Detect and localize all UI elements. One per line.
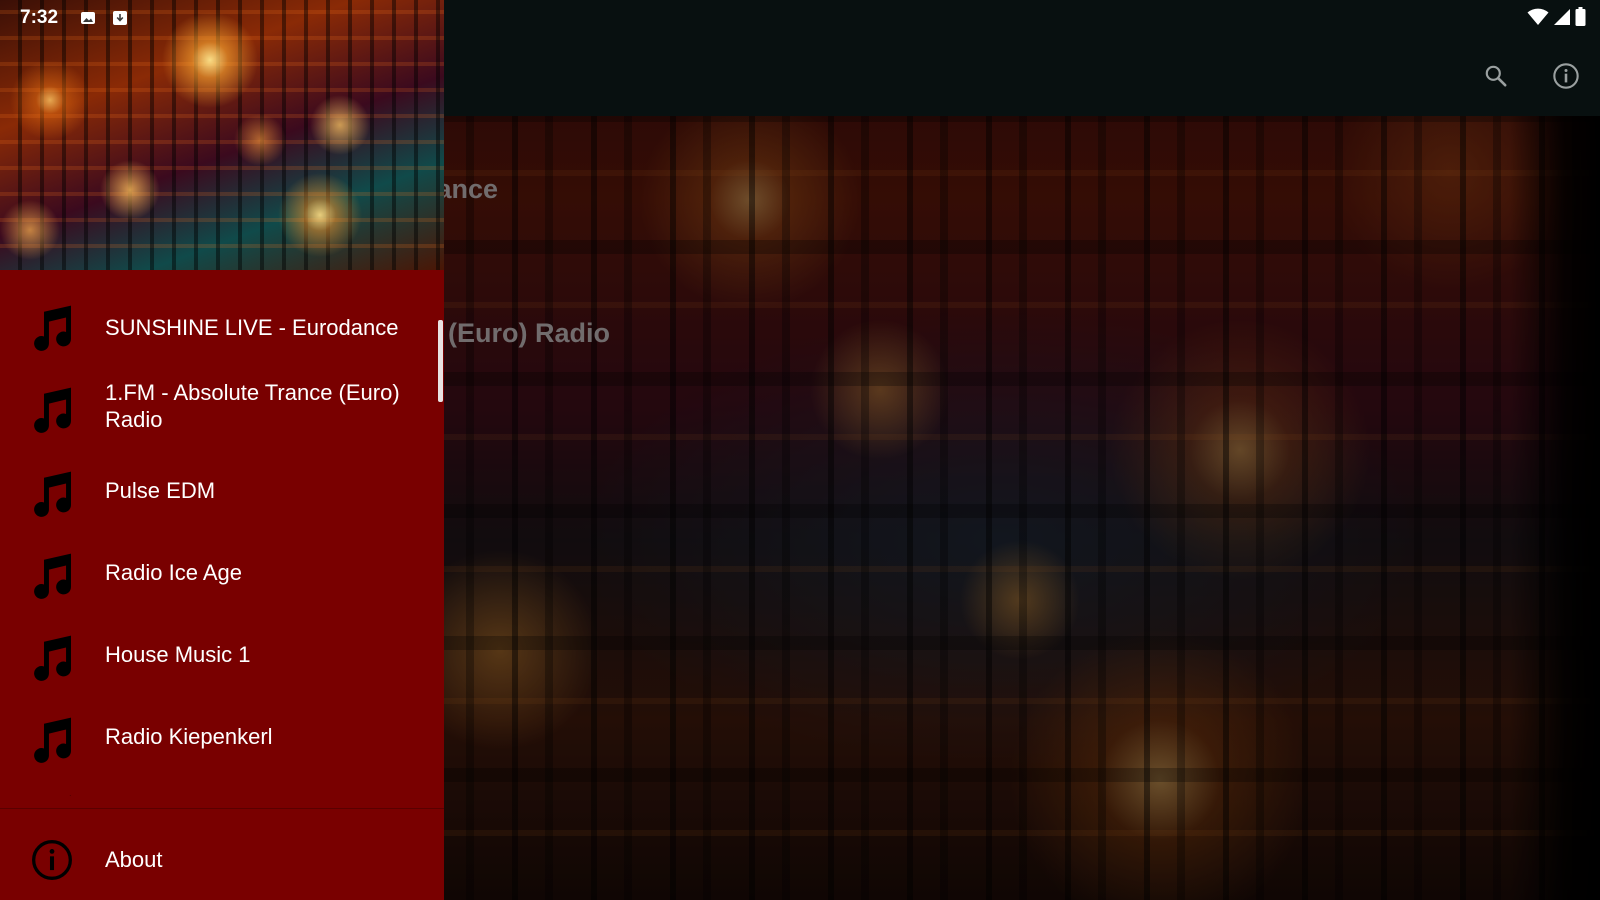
drawer-item-house-music-1[interactable]: House Music 1 [0, 618, 444, 698]
drawer-item-about[interactable]: About [0, 820, 444, 900]
drawer-item-label: House Music 1 [105, 642, 251, 667]
drawer-header-image [0, 0, 444, 270]
info-icon[interactable] [1548, 58, 1584, 94]
image-notification-icon [81, 12, 95, 24]
music-note-icon [26, 790, 80, 796]
info-outline-icon [32, 840, 72, 880]
drawer-item-label: Pulse EDM [105, 478, 216, 503]
status-bar: 7:32 [0, 0, 1600, 36]
status-indicators [1527, 7, 1586, 26]
cellular-signal-icon [1554, 8, 1570, 25]
drawer-item-radio-ice-age[interactable]: Radio Ice Age [0, 536, 444, 616]
app-screen: dance (Euro) Radio SUNSHINE LIVE - Eurod… [0, 0, 1600, 900]
drawer-item-pulse-edm[interactable]: Pulse EDM [0, 454, 444, 534]
music-note-icon [34, 717, 72, 763]
music-note-icon [34, 553, 72, 599]
drawer-item-1fm-absolute-trance[interactable]: 1.FM - Absolute Trance (Euro) Radio [0, 372, 444, 452]
search-icon[interactable] [1478, 58, 1514, 94]
drawer-item-label: Radio Ice Age [105, 560, 242, 585]
music-note-icon [34, 635, 72, 681]
drawer-scrollbar[interactable] [438, 320, 443, 402]
wifi-icon [1527, 8, 1549, 25]
music-note-icon [34, 387, 72, 433]
drawer-item-sunshine-live[interactable]: SUNSHINE LIVE - Eurodance [0, 292, 444, 372]
music-note-icon [34, 471, 72, 517]
drawer-divider [0, 808, 444, 809]
about-label: About [105, 847, 163, 872]
drawer-item-radio-kiepenkerl[interactable]: Radio Kiepenkerl [0, 700, 444, 780]
status-time: 7:32 [20, 7, 59, 28]
drawer-item-label: SUNSHINE LIVE - Eurodance [105, 315, 399, 340]
navigation-drawer: SUNSHINE LIVE - Eurodance 1.FM - Absolut… [0, 0, 444, 900]
music-note-icon [34, 305, 72, 351]
battery-icon [1575, 7, 1586, 26]
download-notification-icon [113, 11, 127, 25]
drawer-item-label: 1.FM - Absolute Trance (Euro) Radio [105, 380, 400, 432]
drawer-item-label: Radio Kiepenkerl [105, 724, 273, 749]
